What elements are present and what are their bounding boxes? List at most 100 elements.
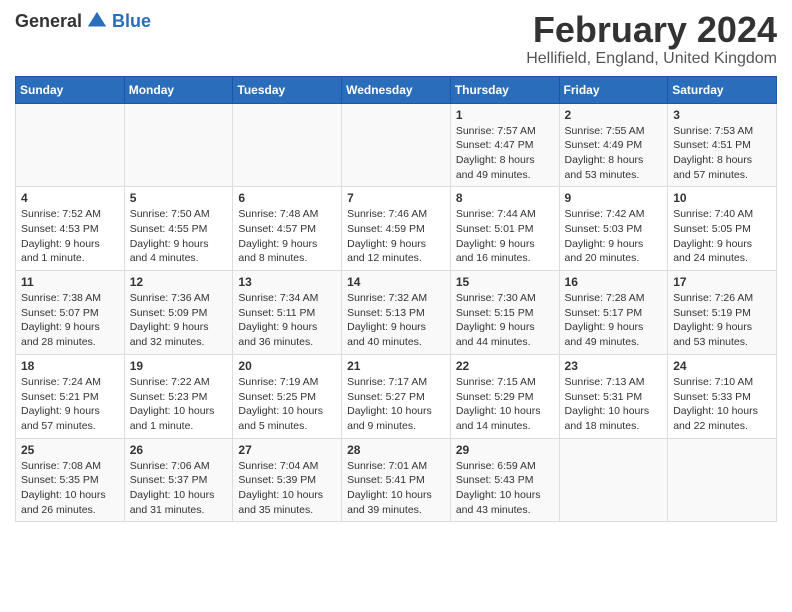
header: General Blue February 2024 Hellifield, E… <box>15 10 777 68</box>
day-info: Sunrise: 6:59 AM Sunset: 5:43 PM Dayligh… <box>456 459 554 518</box>
day-number: 16 <box>565 275 663 289</box>
day-cell: 27 Sunrise: 7:04 AM Sunset: 5:39 PM Dayli… <box>233 438 342 522</box>
header-row: SundayMondayTuesdayWednesdayThursdayFrid… <box>16 76 777 103</box>
day-cell: 19 Sunrise: 7:22 AM Sunset: 5:23 PM Dayli… <box>124 354 233 438</box>
day-cell: 13Sunrise: 7:34 AM Sunset: 5:11 PM Dayli… <box>233 271 342 355</box>
day-cell: 18Sunrise: 7:24 AM Sunset: 5:21 PM Dayli… <box>16 354 125 438</box>
day-number: 1 <box>456 108 554 122</box>
day-info: Sunrise: 7:13 AM Sunset: 5:31 PM Dayligh… <box>565 375 663 434</box>
day-cell: 7 Sunrise: 7:46 AM Sunset: 4:59 PM Daylig… <box>342 187 451 271</box>
calendar-header: SundayMondayTuesdayWednesdayThursdayFrid… <box>16 76 777 103</box>
header-cell-monday: Monday <box>124 76 233 103</box>
day-number: 20 <box>238 359 336 373</box>
day-number: 11 <box>21 275 119 289</box>
week-row-2: 4 Sunrise: 7:52 AM Sunset: 4:53 PM Daylig… <box>16 187 777 271</box>
day-info: Sunrise: 7:50 AM Sunset: 4:55 PM Dayligh… <box>130 207 228 266</box>
day-cell <box>342 103 451 187</box>
day-number: 9 <box>565 191 663 205</box>
day-cell <box>668 438 777 522</box>
day-cell: 22Sunrise: 7:15 AM Sunset: 5:29 PM Dayli… <box>450 354 559 438</box>
day-info: Sunrise: 7:38 AM Sunset: 5:07 PM Dayligh… <box>21 291 119 350</box>
day-info: Sunrise: 7:30 AM Sunset: 5:15 PM Dayligh… <box>456 291 554 350</box>
day-number: 14 <box>347 275 445 289</box>
day-cell: 12 Sunrise: 7:36 AM Sunset: 5:09 PM Dayli… <box>124 271 233 355</box>
day-number: 10 <box>673 191 771 205</box>
calendar-body: 1 Sunrise: 7:57 AM Sunset: 4:47 PM Daylig… <box>16 103 777 522</box>
day-info: Sunrise: 7:57 AM Sunset: 4:47 PM Dayligh… <box>456 124 554 183</box>
day-cell: 3 Sunrise: 7:53 AM Sunset: 4:51 PM Daylig… <box>668 103 777 187</box>
day-info: Sunrise: 7:55 AM Sunset: 4:49 PM Dayligh… <box>565 124 663 183</box>
day-cell: 29 Sunrise: 6:59 AM Sunset: 5:43 PM Dayli… <box>450 438 559 522</box>
day-cell: 9 Sunrise: 7:42 AM Sunset: 5:03 PM Daylig… <box>559 187 668 271</box>
logo: General Blue <box>15 10 151 32</box>
day-cell: 26 Sunrise: 7:06 AM Sunset: 5:37 PM Dayli… <box>124 438 233 522</box>
header-cell-sunday: Sunday <box>16 76 125 103</box>
day-number: 26 <box>130 443 228 457</box>
day-number: 27 <box>238 443 336 457</box>
day-number: 15 <box>456 275 554 289</box>
day-number: 5 <box>130 191 228 205</box>
day-info: Sunrise: 7:36 AM Sunset: 5:09 PM Dayligh… <box>130 291 228 350</box>
day-number: 8 <box>456 191 554 205</box>
day-number: 17 <box>673 275 771 289</box>
day-info: Sunrise: 7:10 AM Sunset: 5:33 PM Dayligh… <box>673 375 771 434</box>
day-cell <box>16 103 125 187</box>
day-info: Sunrise: 7:46 AM Sunset: 4:59 PM Dayligh… <box>347 207 445 266</box>
day-info: Sunrise: 7:17 AM Sunset: 5:27 PM Dayligh… <box>347 375 445 434</box>
day-cell <box>559 438 668 522</box>
day-cell: 24 Sunrise: 7:10 AM Sunset: 5:33 PM Dayli… <box>668 354 777 438</box>
day-info: Sunrise: 7:26 AM Sunset: 5:19 PM Dayligh… <box>673 291 771 350</box>
day-info: Sunrise: 7:28 AM Sunset: 5:17 PM Dayligh… <box>565 291 663 350</box>
day-info: Sunrise: 7:15 AM Sunset: 5:29 PM Dayligh… <box>456 375 554 434</box>
title-area: February 2024 Hellifield, England, Unite… <box>526 10 777 68</box>
day-cell: 28Sunrise: 7:01 AM Sunset: 5:41 PM Dayli… <box>342 438 451 522</box>
header-cell-wednesday: Wednesday <box>342 76 451 103</box>
day-number: 4 <box>21 191 119 205</box>
day-cell <box>233 103 342 187</box>
day-info: Sunrise: 7:34 AM Sunset: 5:11 PM Dayligh… <box>238 291 336 350</box>
header-cell-saturday: Saturday <box>668 76 777 103</box>
day-cell: 20Sunrise: 7:19 AM Sunset: 5:25 PM Dayli… <box>233 354 342 438</box>
day-number: 7 <box>347 191 445 205</box>
day-info: Sunrise: 7:52 AM Sunset: 4:53 PM Dayligh… <box>21 207 119 266</box>
logo-icon <box>86 10 108 32</box>
day-number: 24 <box>673 359 771 373</box>
day-number: 6 <box>238 191 336 205</box>
day-info: Sunrise: 7:53 AM Sunset: 4:51 PM Dayligh… <box>673 124 771 183</box>
day-number: 23 <box>565 359 663 373</box>
day-info: Sunrise: 7:48 AM Sunset: 4:57 PM Dayligh… <box>238 207 336 266</box>
page-title: February 2024 <box>526 10 777 50</box>
day-number: 28 <box>347 443 445 457</box>
day-info: Sunrise: 7:24 AM Sunset: 5:21 PM Dayligh… <box>21 375 119 434</box>
day-number: 29 <box>456 443 554 457</box>
day-cell: 4 Sunrise: 7:52 AM Sunset: 4:53 PM Daylig… <box>16 187 125 271</box>
day-cell: 14 Sunrise: 7:32 AM Sunset: 5:13 PM Dayli… <box>342 271 451 355</box>
day-info: Sunrise: 7:42 AM Sunset: 5:03 PM Dayligh… <box>565 207 663 266</box>
day-number: 3 <box>673 108 771 122</box>
day-cell: 25Sunrise: 7:08 AM Sunset: 5:35 PM Dayli… <box>16 438 125 522</box>
day-number: 12 <box>130 275 228 289</box>
day-number: 25 <box>21 443 119 457</box>
day-number: 19 <box>130 359 228 373</box>
day-info: Sunrise: 7:04 AM Sunset: 5:39 PM Dayligh… <box>238 459 336 518</box>
day-info: Sunrise: 7:22 AM Sunset: 5:23 PM Dayligh… <box>130 375 228 434</box>
day-cell: 23 Sunrise: 7:13 AM Sunset: 5:31 PM Dayli… <box>559 354 668 438</box>
header-cell-friday: Friday <box>559 76 668 103</box>
week-row-4: 18Sunrise: 7:24 AM Sunset: 5:21 PM Dayli… <box>16 354 777 438</box>
day-cell: 2Sunrise: 7:55 AM Sunset: 4:49 PM Daylig… <box>559 103 668 187</box>
day-info: Sunrise: 7:06 AM Sunset: 5:37 PM Dayligh… <box>130 459 228 518</box>
day-info: Sunrise: 7:32 AM Sunset: 5:13 PM Dayligh… <box>347 291 445 350</box>
day-cell: 6 Sunrise: 7:48 AM Sunset: 4:57 PM Daylig… <box>233 187 342 271</box>
day-cell: 17 Sunrise: 7:26 AM Sunset: 5:19 PM Dayli… <box>668 271 777 355</box>
page-subtitle: Hellifield, England, United Kingdom <box>526 50 777 68</box>
day-cell: 21Sunrise: 7:17 AM Sunset: 5:27 PM Dayli… <box>342 354 451 438</box>
day-cell: 11 Sunrise: 7:38 AM Sunset: 5:07 PM Dayli… <box>16 271 125 355</box>
header-cell-tuesday: Tuesday <box>233 76 342 103</box>
week-row-3: 11 Sunrise: 7:38 AM Sunset: 5:07 PM Dayli… <box>16 271 777 355</box>
day-cell: 10 Sunrise: 7:40 AM Sunset: 5:05 PM Dayli… <box>668 187 777 271</box>
day-cell: 15 Sunrise: 7:30 AM Sunset: 5:15 PM Dayli… <box>450 271 559 355</box>
logo-blue: Blue <box>112 11 151 32</box>
day-cell <box>124 103 233 187</box>
week-row-1: 1 Sunrise: 7:57 AM Sunset: 4:47 PM Daylig… <box>16 103 777 187</box>
day-info: Sunrise: 7:40 AM Sunset: 5:05 PM Dayligh… <box>673 207 771 266</box>
